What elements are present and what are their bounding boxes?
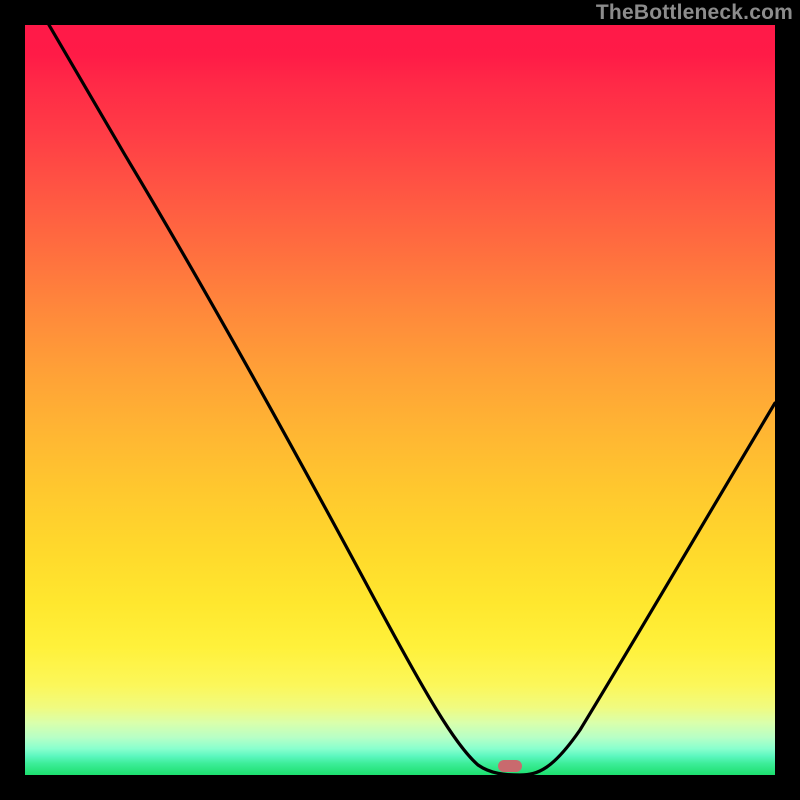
optimal-marker bbox=[498, 760, 522, 772]
curve-path bbox=[49, 25, 775, 775]
watermark-text: TheBottleneck.com bbox=[596, 1, 793, 25]
chart-frame: TheBottleneck.com bbox=[0, 0, 800, 800]
plot-area bbox=[25, 25, 775, 775]
bottleneck-curve bbox=[25, 25, 775, 775]
